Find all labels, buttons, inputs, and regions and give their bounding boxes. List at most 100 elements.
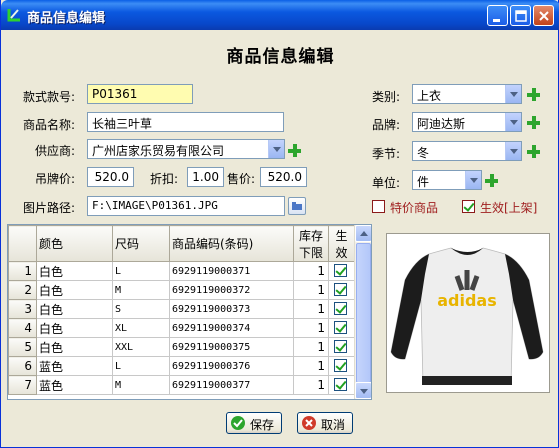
product-name-input[interactable]: 长袖三叶草 bbox=[87, 112, 284, 132]
chevron-down-icon[interactable] bbox=[505, 142, 521, 160]
close-icon bbox=[539, 11, 549, 21]
active-cell[interactable] bbox=[328, 280, 355, 300]
cancel-button[interactable]: 取消 bbox=[297, 412, 353, 434]
image-path-label: 图片路径: bbox=[23, 201, 76, 215]
vertical-scrollbar[interactable] bbox=[354, 225, 371, 399]
min-stock-cell[interactable]: 1 bbox=[293, 261, 329, 281]
min-stock-cell[interactable]: 1 bbox=[293, 280, 329, 300]
size-cell[interactable]: S bbox=[112, 299, 170, 319]
active-cell[interactable] bbox=[328, 375, 355, 395]
table-row[interactable]: 6 蓝色 L 6929119000376 1 bbox=[8, 356, 355, 376]
table-row[interactable]: 2 白色 M 6929119000372 1 bbox=[8, 280, 355, 300]
code-cell[interactable]: 6929119000376 bbox=[169, 356, 294, 376]
active-label: 生效[上架] bbox=[480, 201, 538, 215]
min-stock-cell[interactable]: 1 bbox=[293, 375, 329, 395]
code-cell[interactable]: 6929119000374 bbox=[169, 318, 294, 338]
row-active-checkbox[interactable] bbox=[334, 340, 347, 353]
color-cell[interactable]: 蓝色 bbox=[36, 356, 113, 376]
add-category-icon[interactable] bbox=[527, 88, 540, 101]
row-number: 7 bbox=[8, 375, 37, 395]
row-active-checkbox[interactable] bbox=[334, 302, 347, 315]
color-cell[interactable]: 蓝色 bbox=[36, 375, 113, 395]
add-unit-icon[interactable] bbox=[485, 174, 498, 187]
minimize-button[interactable] bbox=[487, 5, 508, 26]
active-checkbox[interactable] bbox=[462, 200, 475, 213]
image-path-input[interactable]: F:\IMAGE\P01361.JPG bbox=[87, 196, 285, 216]
category-select[interactable]: 上衣 bbox=[412, 84, 522, 104]
table-row[interactable]: 1 白色 L 6929119000371 1 bbox=[8, 261, 355, 281]
chevron-down-icon[interactable] bbox=[465, 171, 481, 189]
code-cell[interactable]: 6929119000373 bbox=[169, 299, 294, 319]
size-cell[interactable]: L bbox=[112, 261, 170, 281]
code-cell[interactable]: 6929119000371 bbox=[169, 261, 294, 281]
row-active-checkbox[interactable] bbox=[334, 264, 347, 277]
row-active-checkbox[interactable] bbox=[334, 359, 347, 372]
table-row[interactable]: 5 白色 XXL 6929119000375 1 bbox=[8, 337, 355, 357]
active-cell[interactable] bbox=[328, 356, 355, 376]
color-cell[interactable]: 白色 bbox=[36, 337, 113, 357]
size-cell[interactable]: M bbox=[112, 375, 170, 395]
browse-button[interactable] bbox=[288, 197, 306, 215]
color-cell[interactable]: 白色 bbox=[36, 280, 113, 300]
save-button[interactable]: 保存 bbox=[226, 412, 282, 434]
size-cell[interactable]: L bbox=[112, 356, 170, 376]
add-season-icon[interactable] bbox=[527, 145, 540, 158]
style-no-input[interactable]: P01361 bbox=[87, 84, 193, 104]
col-header-size[interactable]: 尺码 bbox=[112, 225, 170, 262]
special-price-checkbox[interactable] bbox=[372, 200, 385, 213]
sweatshirt-image: adidas bbox=[390, 247, 544, 385]
unit-value: 件 bbox=[417, 175, 430, 189]
color-cell[interactable]: 白色 bbox=[36, 261, 113, 281]
category-label: 类别: bbox=[372, 90, 401, 104]
table-row[interactable]: 3 白色 S 6929119000373 1 bbox=[8, 299, 355, 319]
row-active-checkbox[interactable] bbox=[334, 283, 347, 296]
add-supplier-icon[interactable] bbox=[288, 144, 301, 157]
supplier-value: 广州店家乐贸易有限公司 bbox=[92, 144, 225, 158]
tag-price-input[interactable]: 520.0 bbox=[87, 167, 134, 187]
min-stock-cell[interactable]: 1 bbox=[293, 356, 329, 376]
active-cell[interactable] bbox=[328, 261, 355, 281]
brand-value: 阿迪达斯 bbox=[417, 117, 466, 131]
active-cell[interactable] bbox=[328, 318, 355, 338]
chevron-down-icon[interactable] bbox=[505, 113, 521, 131]
col-header-code[interactable]: 商品编码(条码) bbox=[169, 225, 294, 262]
supplier-select[interactable]: 广州店家乐贸易有限公司 bbox=[87, 139, 285, 159]
active-cell[interactable] bbox=[328, 337, 355, 357]
size-cell[interactable]: M bbox=[112, 280, 170, 300]
sku-grid[interactable]: 颜色 尺码 商品编码(条码) 库存下限 生效 1 白色 L 6929119000371… bbox=[7, 224, 372, 400]
row-active-checkbox[interactable] bbox=[334, 378, 347, 391]
code-cell[interactable]: 6929119000372 bbox=[169, 280, 294, 300]
scroll-up-icon[interactable] bbox=[355, 225, 371, 242]
min-stock-cell[interactable]: 1 bbox=[293, 337, 329, 357]
col-header-color[interactable]: 颜色 bbox=[36, 225, 113, 262]
table-row[interactable]: 4 白色 XL 6929119000374 1 bbox=[8, 318, 355, 338]
col-header-min-stock[interactable]: 库存下限 bbox=[293, 225, 329, 262]
min-stock-cell[interactable]: 1 bbox=[293, 318, 329, 338]
scroll-thumb[interactable] bbox=[356, 243, 371, 383]
season-select[interactable]: 冬 bbox=[412, 141, 522, 161]
maximize-button[interactable] bbox=[510, 5, 531, 26]
row-number: 2 bbox=[8, 280, 37, 300]
sale-price-input[interactable]: 520.0 bbox=[260, 167, 307, 187]
active-cell[interactable] bbox=[328, 299, 355, 319]
table-row[interactable]: 7 蓝色 M 6929119000377 1 bbox=[8, 375, 355, 395]
brand-select[interactable]: 阿迪达斯 bbox=[412, 112, 522, 132]
size-cell[interactable]: XL bbox=[112, 318, 170, 338]
scroll-down-icon[interactable] bbox=[355, 382, 371, 399]
color-cell[interactable]: 白色 bbox=[36, 318, 113, 338]
chevron-down-icon[interactable] bbox=[505, 85, 521, 103]
row-active-checkbox[interactable] bbox=[334, 321, 347, 334]
color-cell[interactable]: 白色 bbox=[36, 299, 113, 319]
discount-input[interactable]: 1.00 bbox=[187, 167, 224, 187]
code-cell[interactable]: 6929119000375 bbox=[169, 337, 294, 357]
code-cell[interactable]: 6929119000377 bbox=[169, 375, 294, 395]
chevron-down-icon[interactable] bbox=[268, 140, 284, 158]
unit-select[interactable]: 件 bbox=[412, 170, 482, 190]
size-cell[interactable]: XXL bbox=[112, 337, 170, 357]
col-header-active[interactable]: 生效 bbox=[328, 225, 355, 262]
brand-label: 品牌: bbox=[372, 118, 401, 132]
min-stock-cell[interactable]: 1 bbox=[293, 299, 329, 319]
add-brand-icon[interactable] bbox=[527, 116, 540, 129]
close-button[interactable] bbox=[533, 5, 554, 26]
title-bar[interactable]: 商品信息编辑 bbox=[1, 0, 559, 30]
